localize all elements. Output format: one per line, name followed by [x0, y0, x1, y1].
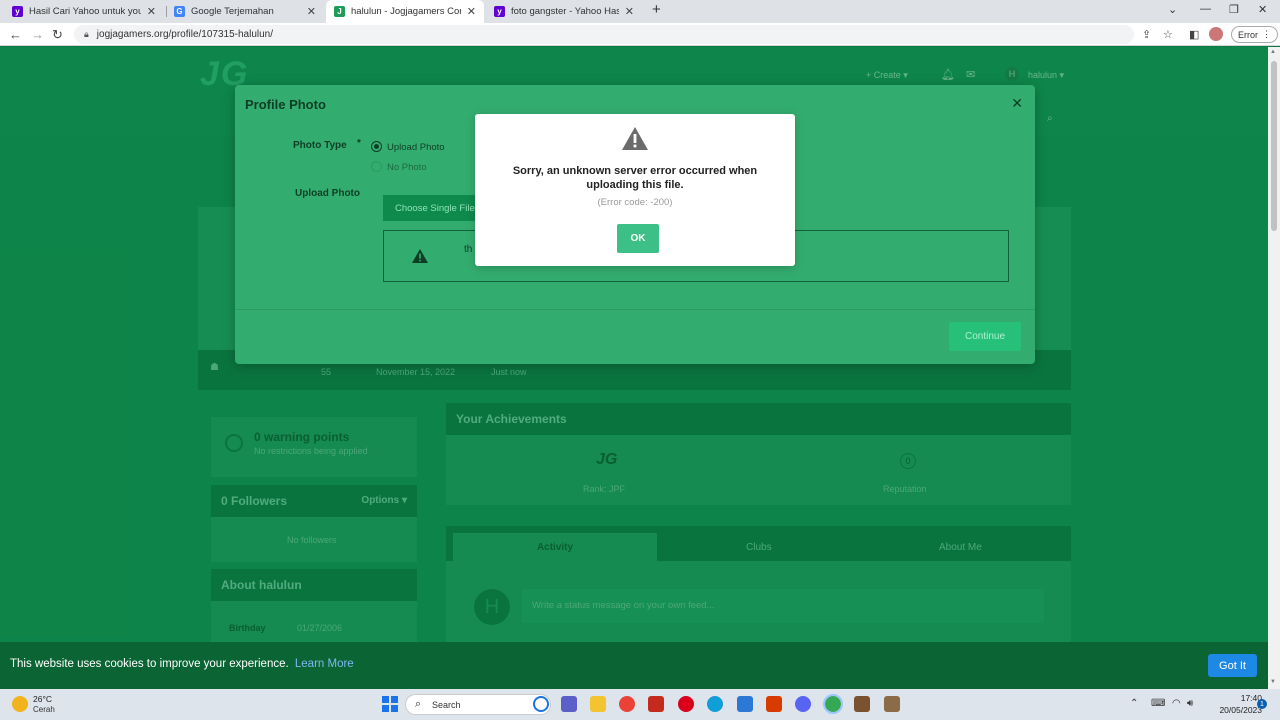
modal-title: Profile Photo: [245, 97, 326, 112]
yahoo-icon: y: [494, 6, 505, 17]
browser-error-button[interactable]: Error ⋮: [1231, 26, 1278, 43]
snipping-tool-icon[interactable]: [648, 696, 664, 712]
windows-taskbar: 26°C Cerah ⌕ Search ⌃ ⌨ ◠ 🔊︎ 17:40 20/05…: [0, 689, 1280, 720]
scrollbar-thumb[interactable]: [1271, 61, 1277, 231]
yahoo-icon: y: [12, 6, 23, 17]
choose-file-button[interactable]: Choose Single File: [383, 195, 478, 221]
notification-badge[interactable]: 1: [1257, 699, 1267, 709]
opera-icon[interactable]: [678, 696, 694, 712]
profile-avatar-icon[interactable]: [1209, 27, 1223, 41]
warning-icon: [622, 127, 648, 150]
reload-icon[interactable]: ↻: [52, 27, 63, 43]
close-window-button[interactable]: ✕: [1258, 3, 1267, 16]
game-app-icon[interactable]: [854, 696, 870, 712]
address-bar-row: ← → ↻ 🔒︎ jogjagamers.org/profile/107315-…: [0, 23, 1280, 46]
continue-button[interactable]: Continue: [949, 322, 1021, 351]
wifi-icon[interactable]: ◠: [1172, 698, 1181, 709]
search-icon: ⌕: [415, 698, 422, 710]
no-photo-option: No Photo: [387, 162, 427, 173]
modal-divider: [235, 309, 1035, 310]
warning-icon: [412, 249, 428, 263]
radio-upload-photo[interactable]: [371, 141, 382, 152]
close-tab-icon[interactable]: ✕: [147, 5, 156, 18]
browser-tab[interactable]: y foto gangster - Yahoo Hasil Imag ✕: [486, 0, 642, 23]
teams-chat-icon[interactable]: [561, 696, 577, 712]
google-translate-icon: G: [174, 6, 185, 17]
upload-photo-option: Upload Photo: [387, 142, 445, 153]
chrome-active-icon[interactable]: [823, 694, 843, 714]
radio-no-photo[interactable]: [371, 161, 382, 172]
minimize-button[interactable]: —: [1200, 3, 1211, 15]
url-input[interactable]: 🔒︎ jogjagamers.org/profile/107315-halulu…: [74, 25, 1134, 44]
taskbar-search[interactable]: ⌕ Search: [405, 694, 551, 715]
jogjagamers-icon: J: [334, 6, 345, 17]
error-dialog: Sorry, an unknown server error occurred …: [475, 114, 795, 266]
browser-tab-strip: y Hasil Cari Yahoo untuk youtube ✕ G Goo…: [0, 0, 1280, 23]
keyboard-icon[interactable]: ⌨: [1151, 698, 1165, 709]
upload-photo-label: Upload Photo: [295, 188, 360, 199]
menu-dots-icon: ⋮: [1262, 29, 1271, 39]
game-app-icon-2[interactable]: [884, 696, 900, 712]
close-tab-icon[interactable]: ✕: [307, 5, 316, 18]
photo-type-label: Photo Type: [293, 140, 347, 151]
chrome-icon[interactable]: [619, 696, 635, 712]
error-code: (Error code: -200): [597, 197, 673, 208]
required-mark: *: [357, 138, 361, 149]
browser-tab[interactable]: y Hasil Cari Yahoo untuk youtube ✕: [4, 0, 164, 23]
notepad-icon[interactable]: [737, 696, 753, 712]
close-icon[interactable]: ✕: [1011, 95, 1023, 112]
forward-icon[interactable]: →: [31, 27, 44, 42]
share-icon[interactable]: ⇪: [1142, 28, 1151, 41]
scroll-up-icon[interactable]: ▲: [1270, 49, 1276, 55]
cookie-banner: This website uses cookies to improve you…: [0, 642, 1268, 689]
bing-icon[interactable]: [533, 696, 549, 712]
file-explorer-icon[interactable]: [590, 696, 606, 712]
clock-time[interactable]: 17:40: [1222, 693, 1262, 703]
windows-start-icon[interactable]: [382, 696, 398, 712]
url-text: jogjagamers.org/profile/107315-halulun/: [96, 29, 274, 40]
ok-button[interactable]: OK: [617, 224, 659, 253]
weather-temp: 26°C: [33, 694, 52, 704]
lock-icon: 🔒︎: [84, 29, 89, 39]
tab-search-icon[interactable]: ⌄: [1168, 3, 1177, 16]
discord-icon[interactable]: [795, 696, 811, 712]
side-panel-icon[interactable]: ◧: [1189, 28, 1199, 41]
browser-tab-active[interactable]: J halulun - Jogjagamers Communi ✕: [326, 0, 484, 23]
clock-date[interactable]: 20/05/2023: [1204, 705, 1262, 715]
page-viewport: JG + Create ▾ 🔔︎ ✉ H halulun ▾ ⌕ ☗ 55 No…: [0, 47, 1268, 689]
wps-office-icon[interactable]: [766, 696, 782, 712]
weather-desc: Cerah: [33, 705, 55, 714]
restore-button[interactable]: ❐: [1229, 3, 1239, 16]
scroll-down-icon[interactable]: ▼: [1270, 679, 1276, 685]
back-icon[interactable]: ←: [9, 27, 22, 42]
browser-tab[interactable]: G Google Terjemahan ✕: [166, 0, 324, 23]
weather-sun-icon[interactable]: [12, 696, 28, 712]
tray-chevron-icon[interactable]: ⌃: [1130, 698, 1138, 709]
close-tab-icon[interactable]: ✕: [625, 5, 634, 18]
error-title: Sorry, an unknown server error occurred …: [512, 165, 758, 191]
bookmark-star-icon[interactable]: ☆: [1163, 28, 1173, 41]
cookie-message: This website uses cookies to improve you…: [10, 658, 354, 670]
edge-icon[interactable]: [707, 696, 723, 712]
volume-icon[interactable]: 🔊︎: [1187, 698, 1193, 709]
learn-more-link[interactable]: Learn More: [295, 658, 354, 670]
new-tab-button[interactable]: +: [652, 1, 661, 18]
warning-text: th: [464, 244, 473, 255]
close-tab-icon[interactable]: ✕: [467, 5, 476, 18]
got-it-button[interactable]: Got It: [1208, 654, 1257, 677]
scrollbar[interactable]: ▲ ▼: [1268, 47, 1280, 689]
